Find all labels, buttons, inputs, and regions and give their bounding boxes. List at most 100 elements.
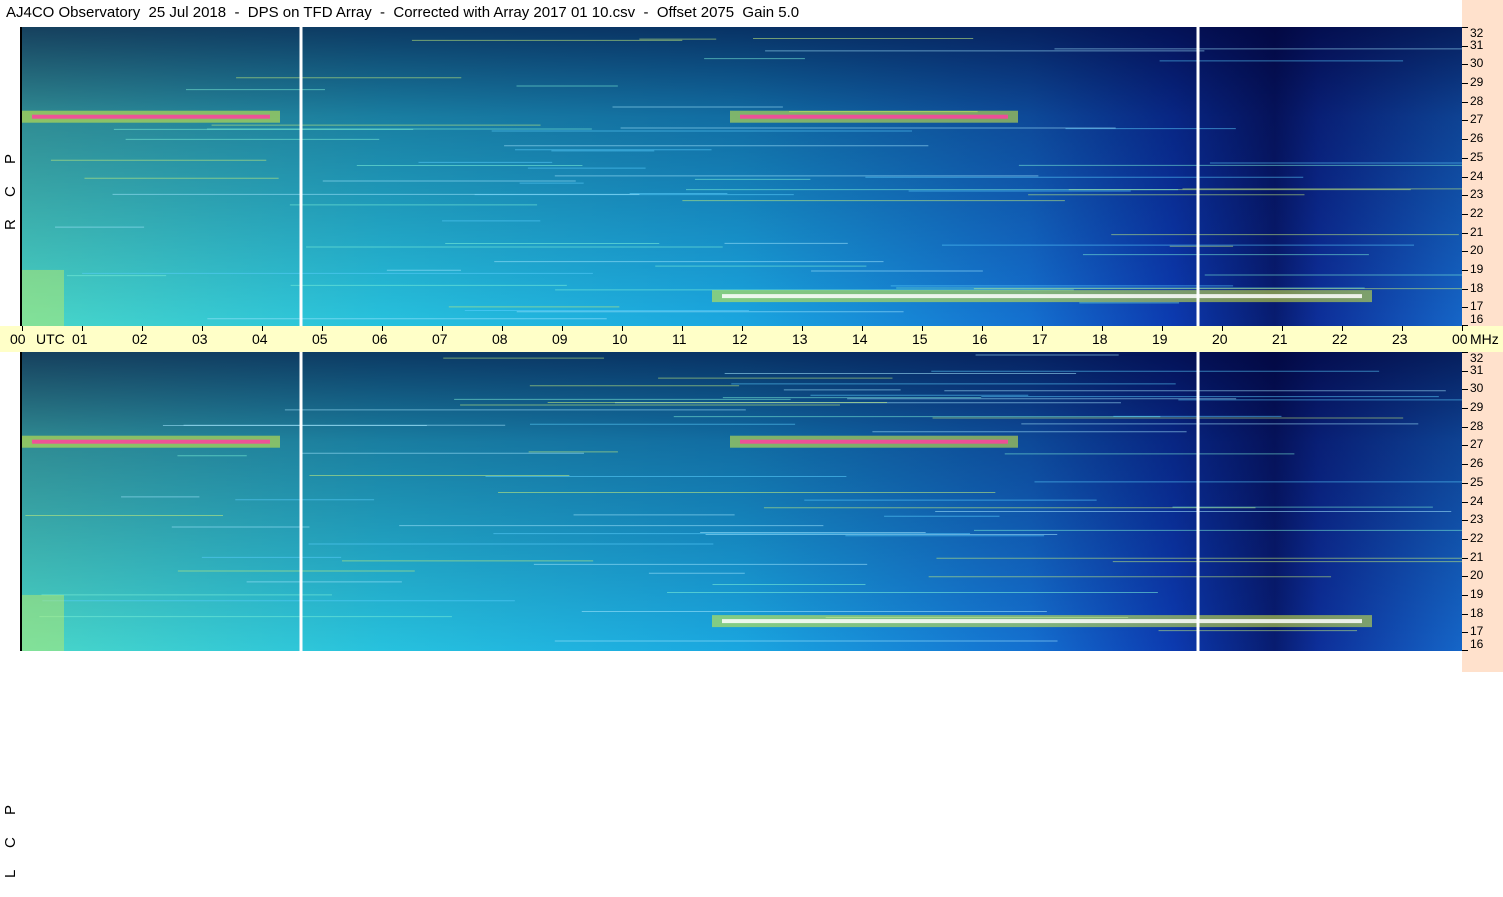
bottom-margin	[0, 651, 1462, 672]
data-gap	[1196, 352, 1200, 651]
freq-tick-label: 18	[1470, 280, 1484, 295]
freq-tick-label: 17	[1470, 299, 1484, 314]
freq-tick-mark	[1462, 370, 1468, 372]
lcp-label-bar: L C P	[0, 352, 22, 878]
freq-tick-label: 23	[1470, 187, 1484, 202]
freq-tick-mark	[1462, 83, 1468, 85]
freq-tick-mark	[1462, 157, 1468, 159]
time-tick-label: 04	[252, 331, 268, 347]
data-gap	[299, 352, 303, 651]
time-tick-label: 08	[492, 331, 508, 347]
time-tick-mark	[1282, 326, 1283, 331]
freq-tick-label: 18	[1470, 605, 1484, 620]
utc-label: UTC	[36, 331, 65, 347]
freq-tick-label: 22	[1470, 205, 1484, 220]
time-tick-mark	[82, 326, 83, 331]
time-tick-label: 10	[612, 331, 628, 347]
time-tick-mark	[982, 326, 983, 331]
freq-tick-mark	[1462, 195, 1468, 197]
freq-tick-mark	[1462, 307, 1468, 309]
time-tick-mark	[1462, 326, 1463, 331]
time-tick-mark	[1342, 326, 1343, 331]
freq-tick-label: 17	[1470, 624, 1484, 639]
chart-title: AJ4CO Observatory 25 Jul 2018 - DPS on T…	[0, 0, 1462, 26]
freq-tick-label: 27	[1470, 437, 1484, 452]
time-tick-label: 05	[312, 331, 328, 347]
freq-tick-label: 16	[1470, 637, 1484, 651]
time-tick-label: 03	[192, 331, 208, 347]
low-freq-glow	[22, 269, 64, 326]
data-gap	[299, 27, 303, 326]
time-tick-mark	[202, 326, 203, 331]
time-tick-mark	[322, 326, 323, 331]
freq-tick-label: 30	[1470, 381, 1484, 396]
time-tick-mark	[142, 326, 143, 331]
time-tick-label: 01	[72, 331, 88, 347]
freq-tick-label: 26	[1470, 456, 1484, 471]
freq-tick-mark	[1462, 27, 1468, 28]
time-tick-label: 02	[132, 331, 148, 347]
time-tick-mark	[1102, 326, 1103, 331]
freq-tick-label: 32	[1470, 351, 1484, 365]
freq-tick-mark	[1462, 64, 1468, 66]
freq-tick-mark	[1462, 120, 1468, 122]
time-tick-label: 07	[432, 331, 448, 347]
freq-tick-mark	[1462, 251, 1468, 253]
time-tick-label: 23	[1392, 331, 1408, 347]
freq-tick-mark	[1462, 176, 1468, 178]
time-tick-mark	[1042, 326, 1043, 331]
time-tick-label: 22	[1332, 331, 1348, 347]
freq-tick-label: 20	[1470, 243, 1484, 258]
time-axis: 00 01 02 03 04 05 06 07 08 09 10 11 12 13 14 15 16 17 18 19…	[0, 326, 1503, 352]
rcp-frequency-axis: 16 17 18 19 20 21 22 23 24 25 26 27 28 29 30 31 32	[1462, 26, 1503, 326]
freq-tick-label: 24	[1470, 493, 1484, 508]
freq-tick-mark	[1462, 576, 1468, 578]
time-tick-mark	[262, 326, 263, 331]
time-tick-label: 13	[792, 331, 808, 347]
freq-tick-label: 29	[1470, 75, 1484, 90]
freq-tick-mark	[1462, 213, 1468, 215]
spectrogram-high-freq-shade	[22, 27, 1462, 326]
time-tick-label: 17	[1032, 331, 1048, 347]
time-tick-mark	[622, 326, 623, 331]
time-tick-mark	[382, 326, 383, 331]
data-gap	[1196, 27, 1200, 326]
freq-tick-label: 23	[1470, 512, 1484, 527]
freq-tick-mark	[1462, 594, 1468, 596]
freq-tick-mark	[1462, 139, 1468, 141]
time-tick-mark	[862, 326, 863, 331]
freq-tick-label: 26	[1470, 131, 1484, 146]
freq-tick-mark	[1462, 408, 1468, 410]
time-tick-mark	[1402, 326, 1403, 331]
lcp-spectrogram-svg	[22, 352, 1462, 651]
freq-tick-mark	[1462, 288, 1468, 290]
time-tick-mark	[742, 326, 743, 331]
bright-band-core	[32, 114, 270, 119]
time-tick-label: 20	[1212, 331, 1228, 347]
freq-tick-label: 30	[1470, 56, 1484, 71]
freq-tick-label: 25	[1470, 149, 1484, 164]
time-tick-label: 11	[672, 331, 687, 347]
freq-tick-label: 28	[1470, 418, 1484, 433]
bright-band-core	[32, 439, 270, 444]
freq-tick-label: 24	[1470, 168, 1484, 183]
freq-tick-label: 32	[1470, 26, 1484, 40]
time-tick-label: 19	[1152, 331, 1168, 347]
bright-band-core	[740, 114, 1008, 119]
time-tick-mark	[922, 326, 923, 331]
time-tick-label: 06	[372, 331, 388, 347]
low-freq-glow	[22, 594, 64, 651]
bright-band-core	[722, 294, 1362, 299]
freq-tick-label: 21	[1470, 224, 1484, 239]
freq-tick-mark	[1462, 269, 1468, 271]
freq-tick-label: 22	[1470, 530, 1484, 545]
time-tick-mark	[502, 326, 503, 331]
freq-tick-mark	[1462, 101, 1468, 103]
time-tick-label: 16	[972, 331, 988, 347]
freq-tick-label: 20	[1470, 568, 1484, 583]
lcp-label: L C P	[2, 796, 19, 878]
freq-tick-mark	[1462, 445, 1468, 447]
time-tick-label: 12	[732, 331, 748, 347]
freq-tick-mark	[1462, 501, 1468, 503]
freq-tick-label: 28	[1470, 93, 1484, 108]
